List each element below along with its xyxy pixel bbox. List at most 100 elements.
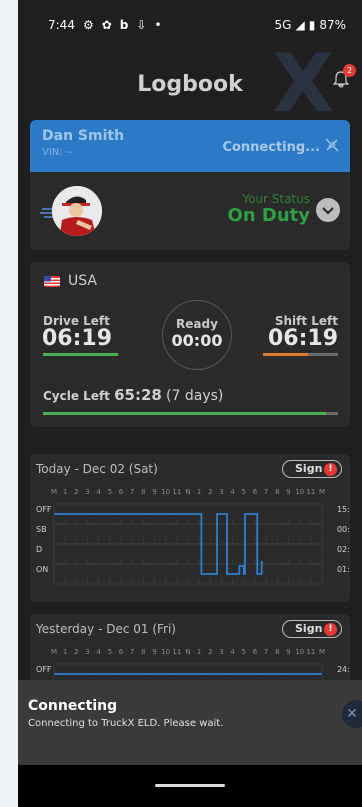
hour-tick: 6 <box>253 648 258 656</box>
shift-left-progress-fill <box>263 353 308 356</box>
cycle-left: Cycle Left 65:28 (7 days) <box>43 386 223 404</box>
driver-status-row: Your Status On Duty <box>30 172 350 250</box>
hour-tick: 7 <box>130 488 134 496</box>
hour-tick: 5 <box>108 648 112 656</box>
hour-tick: 9 <box>286 648 290 656</box>
hour-tick: 5 <box>242 488 246 496</box>
cycle-left-value: 65:28 <box>114 386 162 404</box>
hour-tick: 4 <box>96 488 101 496</box>
hour-tick: 3 <box>219 488 223 496</box>
hour-tick: 6 <box>119 488 124 496</box>
hour-tick: N <box>185 488 190 496</box>
app-notification-icon-3: b <box>119 18 129 32</box>
hour-tick: 2 <box>208 488 212 496</box>
duty-row-total: 02:37 <box>337 545 350 554</box>
hour-tick: 5 <box>242 648 246 656</box>
hour-tick: 3 <box>219 648 223 656</box>
chevron-down-icon <box>322 207 334 215</box>
status-time: 7:44 <box>48 18 75 32</box>
toast-message: Connecting to TruckX ELD. Please wait. <box>28 718 224 729</box>
hour-tick: 8 <box>141 648 145 656</box>
hour-tick: 7 <box>264 648 268 656</box>
battery-percent: 87% <box>319 18 346 32</box>
hour-tick: 11 <box>306 488 315 496</box>
hour-tick: 10 <box>295 648 304 656</box>
hour-tick: 9 <box>152 488 156 496</box>
battery-icon: ▮ <box>308 18 316 32</box>
hour-tick: M <box>51 488 57 496</box>
alert-icon: ! <box>324 463 337 476</box>
hour-tick: 8 <box>275 488 279 496</box>
shift-left-progress <box>263 353 338 356</box>
sign-label: Sign <box>295 622 323 635</box>
drive-left-progress <box>43 353 118 356</box>
duty-row-total: 00:00 <box>337 525 350 534</box>
signal-icon: ◢ <box>295 18 305 32</box>
hour-tick: N <box>185 648 190 656</box>
us-flag-icon <box>44 276 60 287</box>
log-day-title: Today - Dec 02 (Sat) <box>36 462 158 476</box>
home-handle[interactable] <box>155 784 225 787</box>
hour-tick: 2 <box>208 648 212 656</box>
driver-header: Dan Smith VIN: -- Connecting... <box>30 120 350 172</box>
close-icon[interactable]: ✕ <box>342 700 362 728</box>
system-nav-bar <box>18 765 362 807</box>
hour-tick: 11 <box>172 648 181 656</box>
hour-tick: 4 <box>96 648 101 656</box>
duty-row-label: D <box>36 545 42 554</box>
log-card-today[interactable]: Today - Dec 02 (Sat) Sign ! M 1 2 3 4 5 6 7 8 9 10… <box>30 454 350 602</box>
hour-tick: 4 <box>230 648 235 656</box>
hour-tick: 10 <box>161 488 170 496</box>
connection-status[interactable]: Connecting... <box>222 140 320 155</box>
duty-row-label: OFF <box>36 505 52 514</box>
log-day-title: Yesterday - Dec 01 (Fri) <box>36 622 176 636</box>
hour-tick: 9 <box>152 648 156 656</box>
ready-label: Ready <box>176 317 218 331</box>
cycle-left-progress <box>43 412 338 415</box>
cycle-left-days: (7 days) <box>166 388 224 404</box>
sign-label: Sign <box>295 462 323 475</box>
hour-tick: 4 <box>230 488 235 496</box>
app-notification-icon: ⚙ <box>82 18 94 32</box>
hour-tick: M <box>51 648 57 656</box>
toast-title: Connecting <box>28 698 118 714</box>
status-dropdown-button[interactable] <box>316 198 340 222</box>
driver-illustration-icon <box>52 186 102 236</box>
ready-value: 00:00 <box>171 331 223 350</box>
driver-card: Dan Smith VIN: -- Connecting... Your Sta… <box>30 120 350 250</box>
hour-tick: 10 <box>295 488 304 496</box>
cycle-left-label: Cycle Left <box>43 389 110 403</box>
ready-timer: Ready 00:00 <box>162 300 232 370</box>
alert-icon: ! <box>324 623 337 636</box>
hour-tick: 2 <box>74 648 78 656</box>
disconnected-link-icon[interactable] <box>324 137 340 153</box>
hour-tick: 1 <box>197 648 201 656</box>
hour-tick: 1 <box>197 488 201 496</box>
notification-badge: 2 <box>343 64 356 77</box>
hour-tick: 9 <box>286 488 290 496</box>
log-graph-today: M 1 2 3 4 5 6 7 8 9 10 11 N 1 2 3 4 5 6 7 8 9 10 11 MOFF 15:12SB 0… <box>36 488 350 585</box>
duty-row-total: 24:00 <box>337 665 350 674</box>
network-label: 5G <box>274 18 292 32</box>
status-value[interactable]: On Duty <box>228 205 310 226</box>
avatar[interactable] <box>52 186 102 236</box>
duty-row-total: 15:12 <box>337 505 350 514</box>
connecting-toast: Connecting Connecting to TruckX ELD. Ple… <box>18 680 362 765</box>
cycle-left-progress-fill <box>43 412 327 415</box>
hour-tick: 10 <box>161 648 170 656</box>
hour-tick: M <box>319 488 325 496</box>
hour-tick: 6 <box>119 648 124 656</box>
hour-tick: 11 <box>172 488 181 496</box>
app-header: X Logbook 2 <box>18 44 362 124</box>
hour-tick: 7 <box>264 488 268 496</box>
hour-tick: 3 <box>85 648 89 656</box>
drive-left-value: 06:19 <box>42 326 113 351</box>
sign-button[interactable]: Sign ! <box>282 460 342 478</box>
status-label: Your Status <box>242 192 310 206</box>
page-title: Logbook <box>137 72 243 97</box>
app-notification-icon-2: ✿ <box>101 18 112 32</box>
hour-tick: 8 <box>141 488 145 496</box>
sign-button[interactable]: Sign ! <box>282 620 342 638</box>
hour-tick: 8 <box>275 648 279 656</box>
duty-row-total: 01:55 <box>337 565 350 574</box>
